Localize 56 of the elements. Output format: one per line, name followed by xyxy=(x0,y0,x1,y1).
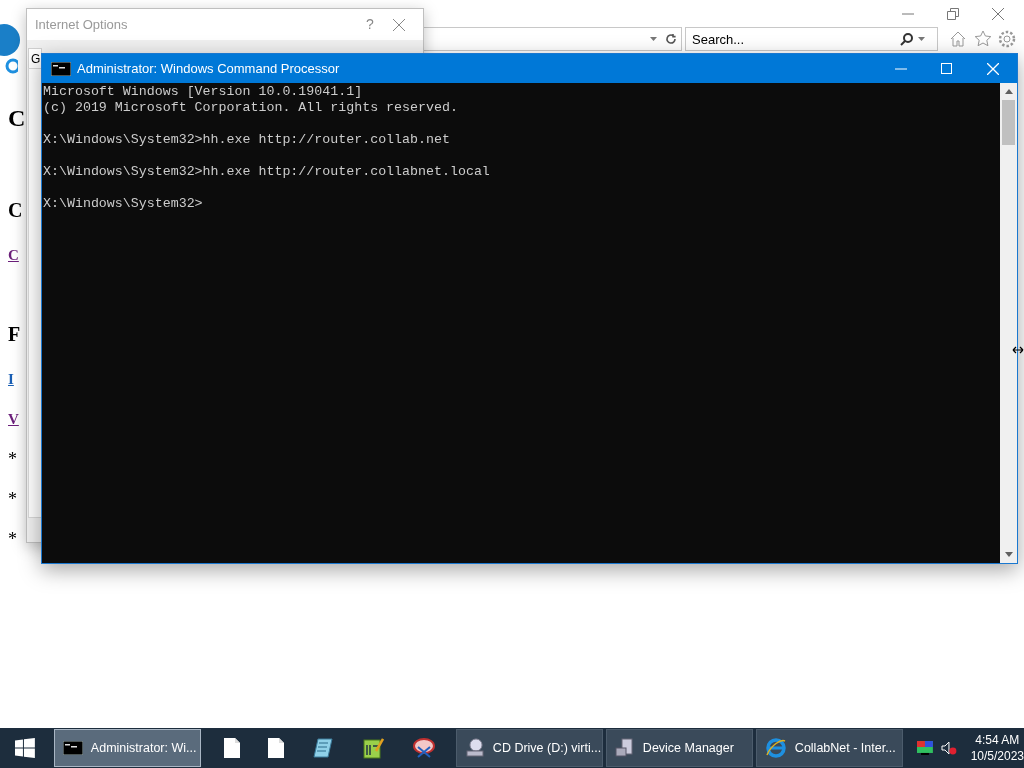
close-icon[interactable] xyxy=(393,18,405,31)
taskbar-button[interactable]: Administrator: Wi... xyxy=(53,729,201,767)
computer-icon xyxy=(614,738,635,758)
scrollbar-thumb[interactable] xyxy=(1002,100,1015,145)
maximize-icon[interactable] xyxy=(941,63,952,74)
help-button[interactable]: ? xyxy=(347,14,393,35)
console-line: (c) 2019 Microsoft Corporation. All rights reserved. xyxy=(43,100,458,116)
windows-start-icon[interactable] xyxy=(15,738,35,758)
text-editor-icon[interactable] xyxy=(361,737,384,759)
color-display-icon[interactable] xyxy=(916,741,933,755)
window-title: Administrator: Windows Command Processor xyxy=(77,59,341,78)
browser-icon xyxy=(764,737,787,759)
notepad-icon[interactable] xyxy=(311,737,334,759)
close-icon[interactable] xyxy=(992,8,1004,20)
bullet-text: * xyxy=(8,490,17,508)
console-line: Microsoft Windows [Version 10.0.19041.1] xyxy=(43,84,363,100)
document-icon[interactable] xyxy=(267,738,284,758)
document-icon[interactable] xyxy=(223,738,240,758)
search-icon[interactable] xyxy=(900,32,914,46)
clock-time: 4:54 AM xyxy=(975,732,1020,748)
taskbar-button[interactable]: CD Drive (D:) virti... xyxy=(455,729,603,767)
page-heading: F xyxy=(8,322,21,347)
speaker-muted-icon[interactable] xyxy=(940,741,957,755)
console-line: X:\Windows\System32>hh.exe http://router.collabnet.local xyxy=(43,164,490,180)
settings-icon[interactable] xyxy=(998,30,1016,48)
taskbar-button[interactable]: CollabNet - Inter... xyxy=(755,729,903,767)
star-icon[interactable] xyxy=(974,30,992,48)
tab[interactable]: G xyxy=(28,48,43,68)
scissors-icon[interactable] xyxy=(411,737,436,759)
scroll-down-icon[interactable] xyxy=(1004,552,1013,557)
window-title: Internet Options xyxy=(35,15,129,34)
drive-icon xyxy=(464,738,485,758)
page-link[interactable]: I xyxy=(8,370,14,388)
console-line: X:\Windows\System32>hh.exe http://router.collab.net xyxy=(43,132,450,148)
console-icon xyxy=(51,61,71,76)
browser-icon xyxy=(4,58,18,74)
home-icon[interactable] xyxy=(949,30,967,48)
page-heading: C xyxy=(8,104,26,133)
back-button-icon[interactable] xyxy=(0,22,20,58)
scroll-up-icon[interactable] xyxy=(1004,89,1013,94)
page-link[interactable]: V xyxy=(8,410,19,428)
bullet-text: * xyxy=(8,450,17,468)
restore-icon[interactable] xyxy=(947,8,959,20)
page-link[interactable]: C xyxy=(8,246,19,264)
clock[interactable]: 4:54 AM 10/5/2023 xyxy=(970,732,1024,764)
dropdown-icon[interactable] xyxy=(918,37,925,41)
scrollbar[interactable] xyxy=(1000,83,1017,563)
clock-date: 10/5/2023 xyxy=(970,748,1024,764)
console-icon xyxy=(62,741,83,755)
page-heading: C xyxy=(8,198,23,223)
dropdown-icon[interactable] xyxy=(650,37,657,41)
refresh-icon[interactable] xyxy=(665,33,677,45)
bullet-text: * xyxy=(8,530,17,548)
taskbar-button[interactable]: Device Manager xyxy=(605,729,753,767)
console-line: X:\Windows\System32> xyxy=(43,196,203,212)
search-field[interactable]: Search... xyxy=(685,27,938,51)
